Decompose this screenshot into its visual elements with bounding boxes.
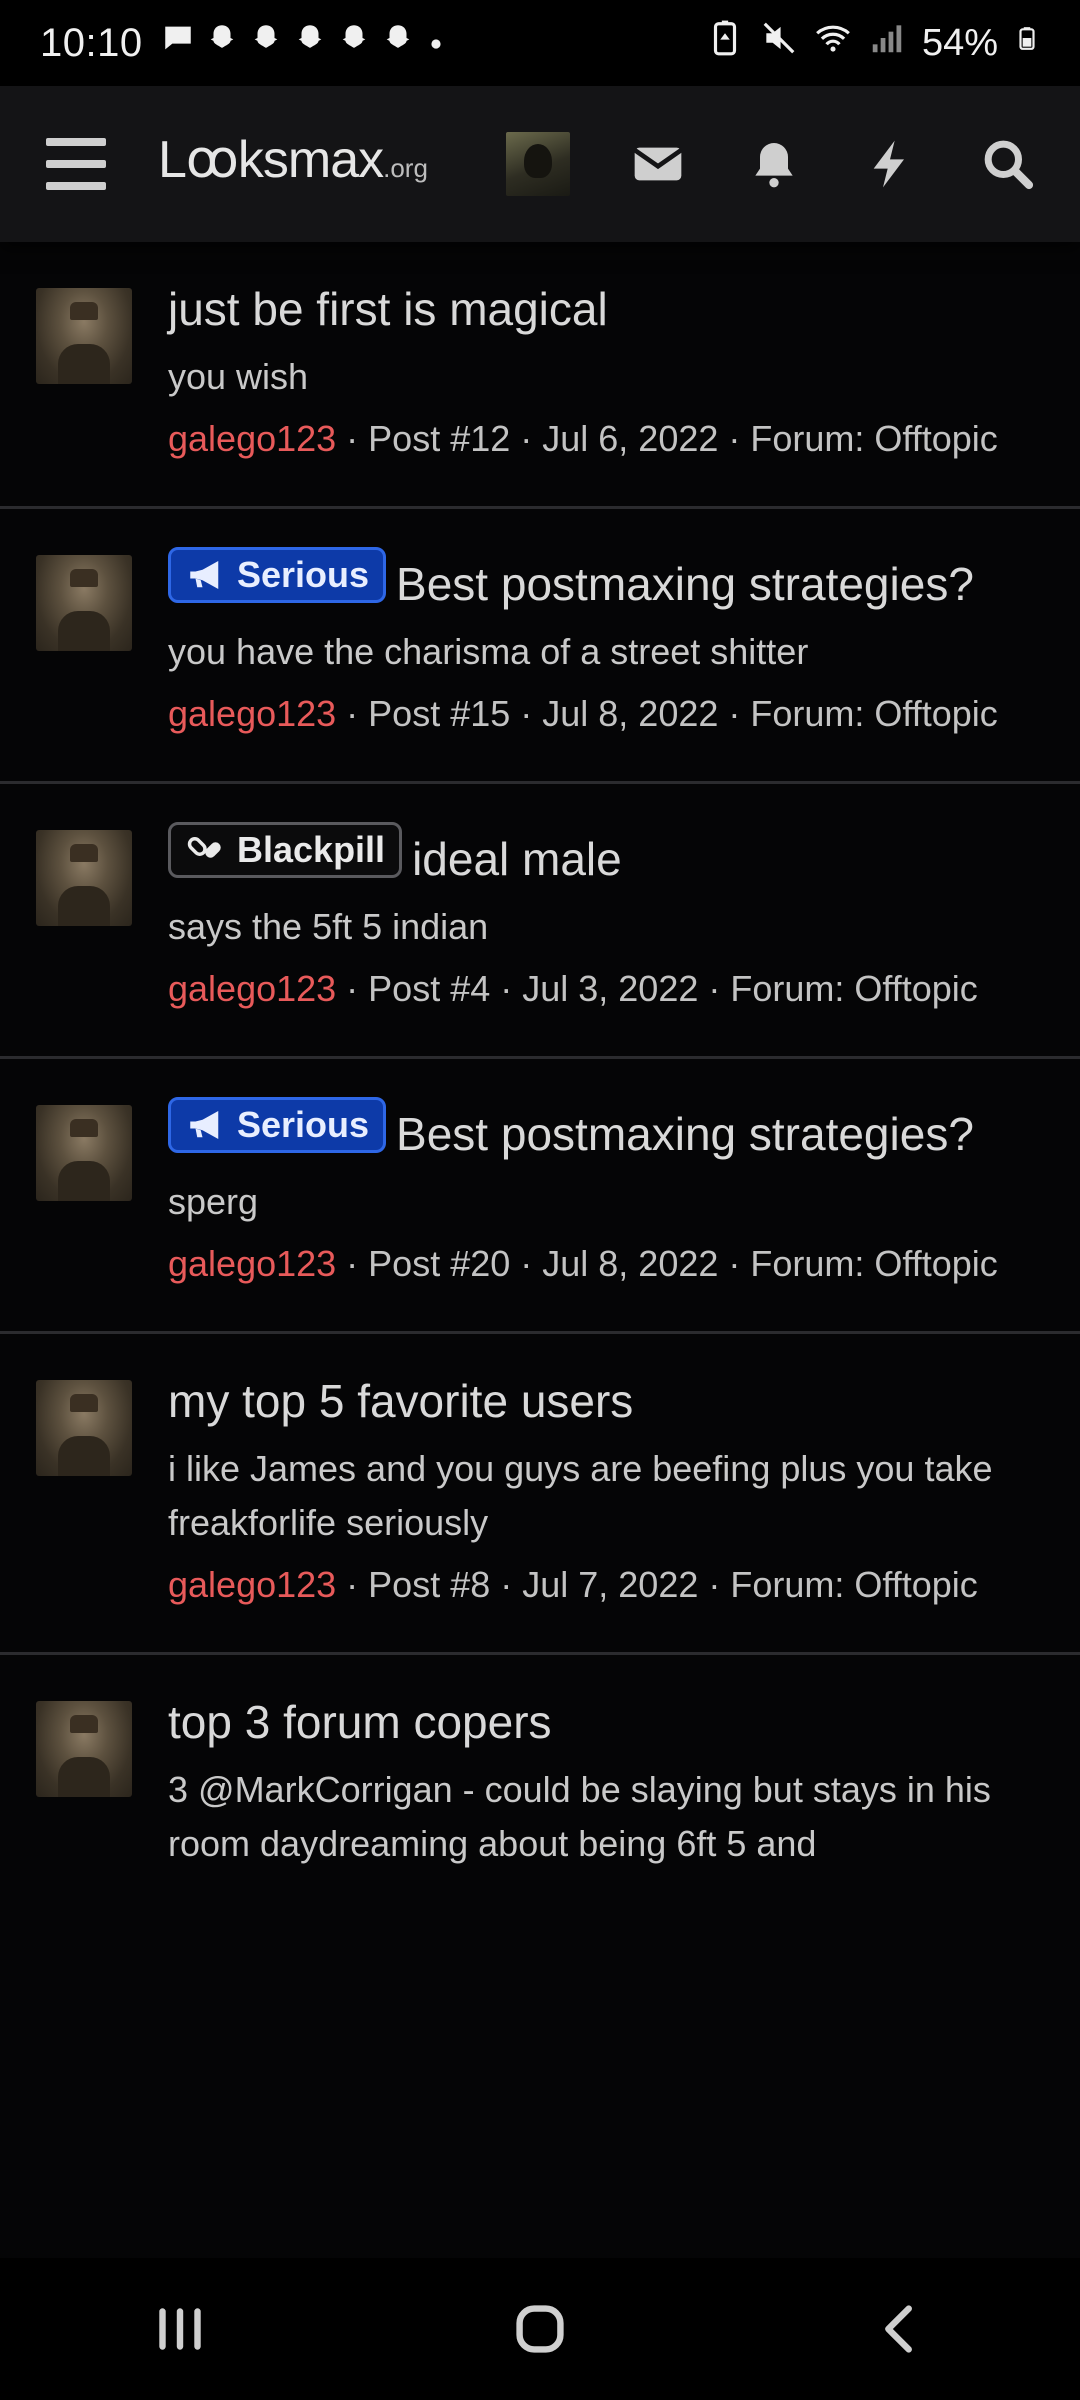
mail-icon[interactable] (630, 136, 686, 192)
thread-title-text[interactable]: just be first is magical (168, 283, 608, 335)
post-meta: galego123 · Post #8 · Jul 7, 2022 · Foru… (168, 1558, 1040, 1612)
prefix-badge-blackpill[interactable]: Blackpill (168, 822, 403, 878)
author-link[interactable]: galego123 (168, 418, 336, 459)
author-link[interactable]: galego123 (168, 968, 336, 1009)
post-meta: galego123 · Post #4 · Jul 3, 2022 · Foru… (168, 962, 1040, 1016)
prefix-badge-serious[interactable]: Serious (168, 1097, 387, 1153)
bell-icon[interactable] (746, 136, 802, 192)
status-bar: 10:10 54% (0, 0, 1080, 86)
search-results-list: just be first is magical you wish galego… (0, 242, 1080, 2258)
mute-icon (760, 19, 798, 67)
post-snippet: sperg (168, 1181, 259, 1222)
thread-title-text[interactable]: Best postmaxing strategies? (396, 1108, 974, 1160)
bolt-icon[interactable] (862, 136, 918, 192)
app-root: 10:10 54% Lꝏksmax.org just be first is m… (0, 0, 1080, 2400)
thread-title[interactable]: top 3 forum copers (168, 1693, 1040, 1751)
megaphone-icon (190, 1111, 219, 1139)
badge-label: Serious (237, 554, 370, 595)
thread-title[interactable]: my top 5 favorite users (168, 1372, 1040, 1430)
avatar[interactable] (36, 1701, 132, 1797)
thread-title-text[interactable]: my top 5 favorite users (168, 1375, 633, 1427)
search-icon[interactable] (980, 136, 1036, 192)
logo-tld: .org (383, 153, 428, 183)
post-snippet: 3 @MarkCorrigan - could be slaying but s… (168, 1769, 991, 1864)
list-item[interactable]: top 3 forum copers 3 @MarkCorrigan - cou… (0, 1655, 1080, 1911)
dot-icon (425, 22, 447, 65)
post-snippet: says the 5ft 5 indian (168, 906, 489, 947)
meta-details: · Post #4 · Jul 3, 2022 · Forum: Offtopi… (336, 968, 978, 1009)
back-icon[interactable] (855, 2284, 945, 2374)
meta-details: · Post #20 · Jul 8, 2022 · Forum: Offtop… (336, 1243, 998, 1284)
status-right: 54% (706, 19, 1040, 67)
post-meta: galego123 · Post #12 · Jul 6, 2022 · For… (168, 412, 1040, 466)
thread-title[interactable]: Blackpill ideal male (168, 822, 1040, 888)
meta-details: · Post #12 · Jul 6, 2022 · Forum: Offtop… (336, 418, 998, 459)
avatar[interactable] (36, 1105, 132, 1201)
site-logo[interactable]: Lꝏksmax.org (158, 130, 428, 190)
thread-title[interactable]: just be first is magical (168, 280, 1040, 338)
snapchat-icon (381, 21, 415, 65)
pills-icon (187, 837, 221, 858)
megaphone-icon (190, 561, 219, 589)
post-meta: galego123 · Post #15 · Jul 8, 2022 · For… (168, 687, 1040, 741)
notification-icons (161, 21, 447, 65)
recents-icon[interactable] (135, 2284, 225, 2374)
post-snippet: you wish (168, 356, 309, 397)
logo-main: Lꝏksmax (158, 131, 384, 189)
post-snippet: you have the charisma of a street shitte… (168, 631, 809, 672)
snapchat-icon (249, 21, 283, 65)
avatar[interactable] (36, 555, 132, 651)
avatar[interactable] (36, 1380, 132, 1476)
battery-saver-icon (706, 19, 744, 67)
snapchat-icon (205, 21, 239, 65)
list-item[interactable]: Serious Best postmaxing strategies? sper… (0, 1059, 1080, 1334)
snapchat-icon (337, 21, 371, 65)
app-header: Lꝏksmax.org (0, 86, 1080, 242)
signal-icon (868, 19, 906, 67)
wifi-icon (814, 19, 852, 67)
post-meta: galego123 · Post #20 · Jul 8, 2022 · For… (168, 1237, 1040, 1291)
thread-title-text[interactable]: top 3 forum copers (168, 1696, 552, 1748)
thread-title[interactable]: Serious Best postmaxing strategies? (168, 1097, 1040, 1163)
badge-label: Blackpill (237, 829, 386, 870)
prefix-badge-serious[interactable]: Serious (168, 547, 387, 603)
status-time: 10:10 (40, 20, 143, 65)
meta-details: · Post #15 · Jul 8, 2022 · Forum: Offtop… (336, 693, 998, 734)
battery-icon (1014, 19, 1040, 67)
meta-details: · Post #8 · Jul 7, 2022 · Forum: Offtopi… (336, 1564, 978, 1605)
thread-title[interactable]: Serious Best postmaxing strategies? (168, 547, 1040, 613)
list-item[interactable]: just be first is magical you wish galego… (0, 242, 1080, 509)
thread-title-text[interactable]: ideal male (412, 833, 622, 885)
author-link[interactable]: galego123 (168, 1243, 336, 1284)
list-item[interactable]: Blackpill ideal male says the 5ft 5 indi… (0, 784, 1080, 1059)
list-item[interactable]: Serious Best postmaxing strategies? you … (0, 509, 1080, 784)
home-icon[interactable] (495, 2284, 585, 2374)
battery-percent: 54% (921, 21, 998, 64)
chat-icon (161, 21, 195, 65)
menu-icon[interactable] (46, 138, 106, 190)
thread-title-text[interactable]: Best postmaxing strategies? (396, 558, 974, 610)
system-nav-bar (0, 2258, 1080, 2400)
list-item[interactable]: my top 5 favorite users i like James and… (0, 1334, 1080, 1655)
post-snippet: i like James and you guys are beefing pl… (168, 1448, 993, 1543)
avatar[interactable] (36, 288, 132, 384)
badge-label: Serious (237, 1104, 370, 1145)
snapchat-icon (293, 21, 327, 65)
author-link[interactable]: galego123 (168, 693, 336, 734)
avatar[interactable] (506, 132, 570, 196)
author-link[interactable]: galego123 (168, 1564, 336, 1605)
avatar[interactable] (36, 830, 132, 926)
